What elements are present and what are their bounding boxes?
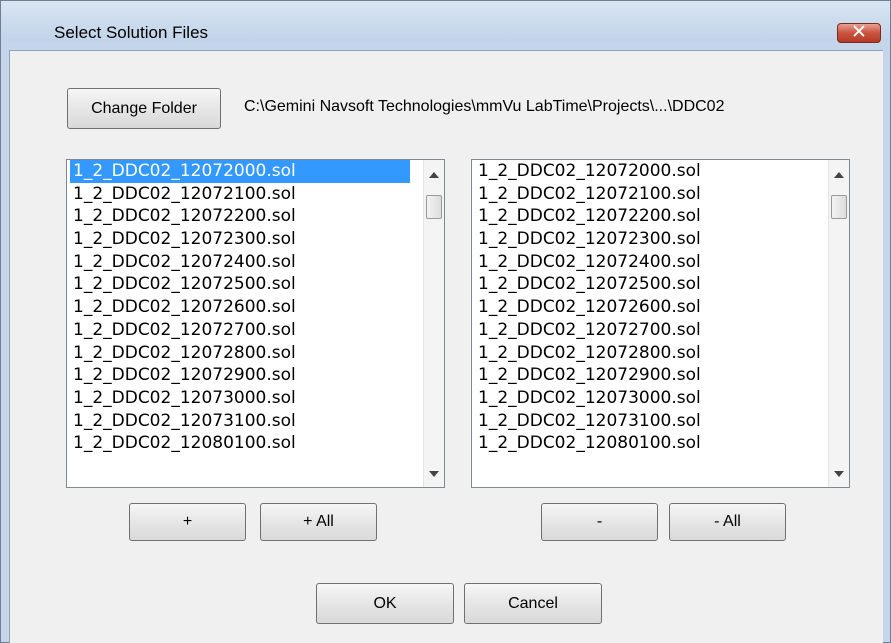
- scroll-down-arrow-icon[interactable]: [429, 471, 439, 477]
- change-folder-label: Change Folder: [91, 100, 197, 117]
- list-item[interactable]: 1_2_DDC02_12072700.sol: [475, 319, 815, 342]
- list-item[interactable]: 1_2_DDC02_12073000.sol: [475, 387, 815, 410]
- list-item[interactable]: 1_2_DDC02_12080100.sol: [475, 432, 815, 455]
- list-item[interactable]: 1_2_DDC02_12072400.sol: [70, 251, 410, 274]
- remove-all-button[interactable]: - All: [669, 503, 786, 541]
- remove-all-button-label: - All: [714, 513, 741, 530]
- dialog-client-area: Change Folder C:\Gemini Navsoft Technolo…: [9, 50, 883, 643]
- list-item[interactable]: 1_2_DDC02_12073100.sol: [475, 410, 815, 433]
- list-item[interactable]: 1_2_DDC02_12072100.sol: [475, 183, 815, 206]
- list-item[interactable]: 1_2_DDC02_12080100.sol: [70, 432, 410, 455]
- scroll-up-arrow-icon[interactable]: [834, 172, 844, 178]
- list-item[interactable]: 1_2_DDC02_12072300.sol: [475, 228, 815, 251]
- available-files-items: 1_2_DDC02_12072000.sol 1_2_DDC02_12072100…: [70, 160, 410, 455]
- list-item[interactable]: 1_2_DDC02_12072500.sol: [475, 273, 815, 296]
- list-item[interactable]: 1_2_DDC02_12072200.sol: [70, 205, 410, 228]
- list-item[interactable]: 1_2_DDC02_12072400.sol: [475, 251, 815, 274]
- available-files-list[interactable]: 1_2_DDC02_12072000.sol 1_2_DDC02_12072100…: [66, 159, 445, 488]
- change-folder-button[interactable]: Change Folder: [67, 88, 221, 129]
- scroll-thumb[interactable]: [831, 195, 847, 219]
- selected-files-items: 1_2_DDC02_12072000.sol 1_2_DDC02_12072100…: [475, 160, 815, 455]
- close-icon: ✕: [851, 21, 867, 43]
- list-item[interactable]: 1_2_DDC02_12072900.sol: [475, 364, 815, 387]
- list-item[interactable]: 1_2_DDC02_12072600.sol: [475, 296, 815, 319]
- add-button[interactable]: +: [129, 503, 246, 541]
- list-item[interactable]: 1_2_DDC02_12072000.sol: [70, 160, 410, 183]
- add-button-label: +: [182, 513, 193, 530]
- scroll-down-arrow-icon[interactable]: [834, 471, 844, 477]
- dialog-title: Select Solution Files: [54, 23, 209, 42]
- list-item[interactable]: 1_2_DDC02_12072800.sol: [475, 342, 815, 365]
- ok-button-label: OK: [373, 595, 397, 612]
- cancel-button-label: Cancel: [508, 595, 558, 612]
- title-bar[interactable]: Select Solution Files ✕: [1, 1, 890, 43]
- list-item[interactable]: 1_2_DDC02_12072200.sol: [475, 205, 815, 228]
- list-item[interactable]: 1_2_DDC02_12072800.sol: [70, 342, 410, 365]
- add-all-button-label: + All: [303, 513, 334, 530]
- list-item[interactable]: 1_2_DDC02_12073000.sol: [70, 387, 410, 410]
- list-item[interactable]: 1_2_DDC02_12072600.sol: [70, 296, 410, 319]
- select-solution-files-dialog: Select Solution Files ✕ Change Folder C:…: [0, 0, 891, 643]
- selected-files-list[interactable]: 1_2_DDC02_12072000.sol 1_2_DDC02_12072100…: [471, 159, 850, 488]
- scroll-up-arrow-icon[interactable]: [429, 172, 439, 178]
- folder-path: C:\Gemini Navsoft Technologies\mmVu LabT…: [244, 98, 725, 115]
- remove-button-label: -: [596, 513, 603, 530]
- available-files-scrollbar[interactable]: [423, 160, 444, 487]
- list-item[interactable]: 1_2_DDC02_12072300.sol: [70, 228, 410, 251]
- list-item[interactable]: 1_2_DDC02_12073100.sol: [70, 410, 410, 433]
- cancel-button[interactable]: Cancel: [464, 583, 602, 624]
- list-item[interactable]: 1_2_DDC02_12072100.sol: [70, 183, 410, 206]
- list-item[interactable]: 1_2_DDC02_12072900.sol: [70, 364, 410, 387]
- close-button[interactable]: ✕: [837, 21, 881, 43]
- list-item[interactable]: 1_2_DDC02_12072000.sol: [475, 160, 815, 183]
- add-all-button[interactable]: + All: [260, 503, 377, 541]
- scroll-thumb[interactable]: [426, 195, 442, 219]
- list-item[interactable]: 1_2_DDC02_12072700.sol: [70, 319, 410, 342]
- remove-button[interactable]: -: [541, 503, 658, 541]
- selected-files-scrollbar[interactable]: [828, 160, 849, 487]
- ok-button[interactable]: OK: [316, 583, 454, 624]
- list-item[interactable]: 1_2_DDC02_12072500.sol: [70, 273, 410, 296]
